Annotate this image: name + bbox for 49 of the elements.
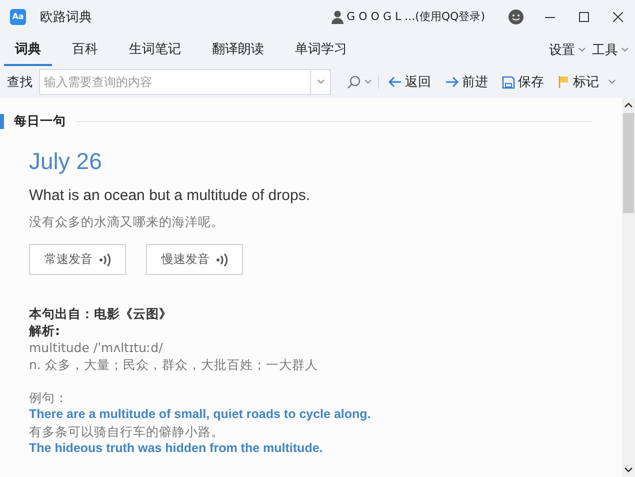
arrow-left-icon <box>388 76 402 88</box>
app-logo: Aa <box>10 8 26 24</box>
search-button[interactable] <box>347 75 379 89</box>
example-sentence: There are a multitude of small, quiet roads to cycle along. <box>29 406 372 423</box>
toolbar-button[interactable]: 前进 <box>440 73 493 91</box>
nav-tab[interactable]: 生词笔记 <box>118 33 192 66</box>
chevron-down-icon <box>316 79 324 85</box>
toolbar-button[interactable]: 返回 <box>383 73 436 91</box>
word-pronunciation: multitude /ˈmʌltɪtuːd/ <box>29 339 164 356</box>
nav-tab[interactable]: 翻译朗读 <box>201 33 275 66</box>
scroll-down-icon[interactable] <box>624 467 633 473</box>
scroll-thumb[interactable] <box>623 113 634 213</box>
nav-tab[interactable]: 单词学习 <box>284 33 358 66</box>
flag-icon <box>558 75 570 89</box>
chevron-down-icon <box>364 79 372 85</box>
search-field[interactable]: 输入需要查询的内容 <box>39 69 311 95</box>
daily-sentence: What is an ocean but a multitude of drops. <box>29 187 311 204</box>
user-account[interactable]: G O O G L ...(使用QQ登录) <box>330 9 485 24</box>
nav-tab[interactable]: 百科 <box>61 33 109 66</box>
examples-label: 例句： <box>29 389 69 406</box>
chevron-down-icon <box>578 46 586 52</box>
date-heading: July 26 <box>29 148 103 175</box>
chevron-down-icon <box>621 46 629 52</box>
section-marker <box>0 114 4 128</box>
menu-item[interactable]: 设置 <box>549 40 575 58</box>
maximize-icon <box>579 12 589 22</box>
audio-button[interactable]: 慢速发音 <box>146 244 243 275</box>
close-icon <box>613 12 623 22</box>
window-title: 欧路词典 <box>40 8 92 26</box>
scroll-up-icon[interactable] <box>624 102 633 108</box>
save-icon <box>502 76 515 88</box>
menu-item[interactable]: 工具 <box>592 40 618 58</box>
search-label: 查找 <box>7 74 33 90</box>
user-icon <box>330 10 344 24</box>
source-text: 本句出自：电影《云图》 <box>29 305 173 322</box>
section-title: 每日一句 <box>14 112 66 130</box>
chevron-down-icon <box>608 79 616 85</box>
sound-icon <box>216 252 228 266</box>
sound-icon <box>98 252 110 266</box>
toolbar-button[interactable]: 保存 <box>497 73 549 91</box>
toolbar-button[interactable]: 标记 <box>553 73 604 91</box>
audio-button[interactable]: 常速发音 <box>29 244 126 275</box>
arrow-right-icon <box>445 76 459 88</box>
analysis-label: 解析: <box>29 322 61 339</box>
sentence-translation: 没有众多的水滴又哪来的海洋呢。 <box>29 214 225 231</box>
example-translation: 有多条可以骑自行车的僻静小路。 <box>29 423 225 440</box>
example-sentence: The hideous truth was hidden from the multitude. <box>29 440 324 457</box>
word-meaning: n. 众多，大量；民众，群众，大批百姓；一大群人 <box>29 356 319 373</box>
scrollbar[interactable] <box>622 98 635 477</box>
